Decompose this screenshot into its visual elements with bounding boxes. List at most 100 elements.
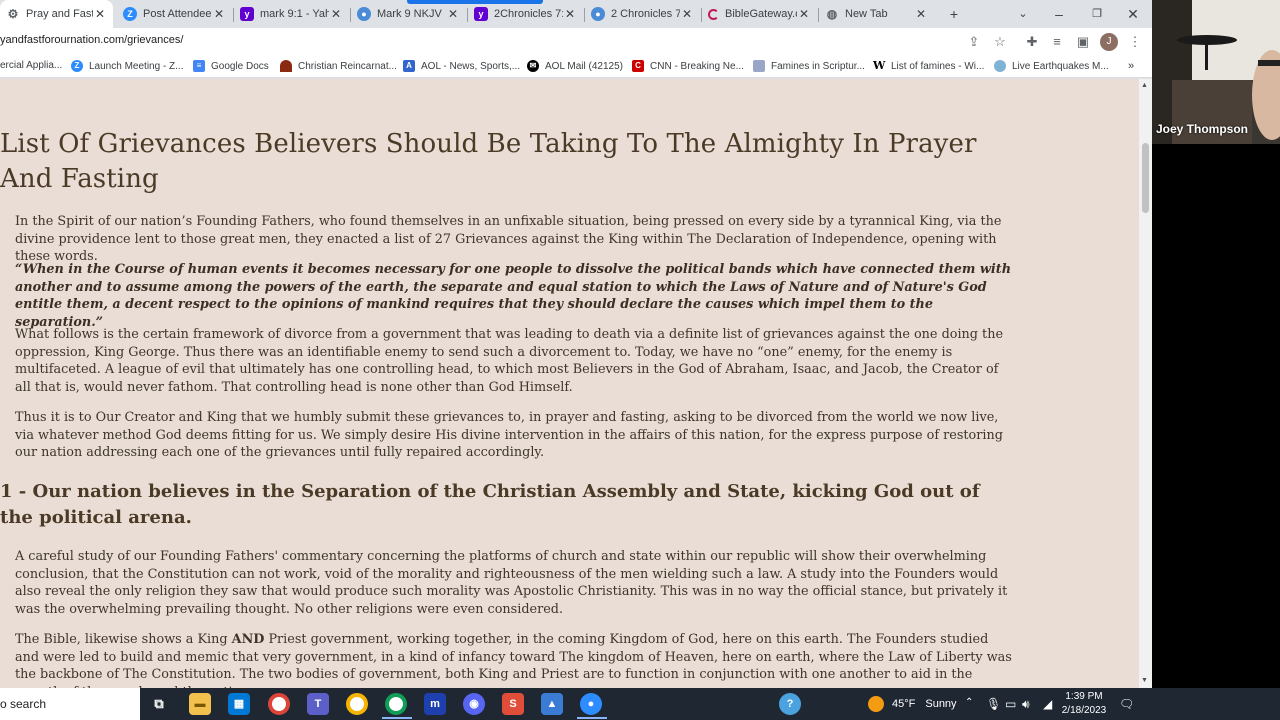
close-tab-icon[interactable]: ✕ <box>563 7 577 21</box>
volume-icon[interactable]: 🔊︎ <box>1022 697 1030 712</box>
bookmark-label: AOL - News, Sports,... <box>421 60 521 72</box>
bookmark-label: Google Docs <box>211 60 269 72</box>
new-tab-plus-icon[interactable]: + <box>944 4 964 24</box>
task-view-icon[interactable]: ⧉ <box>148 693 170 715</box>
yahoo-icon: y <box>240 7 254 21</box>
file-explorer-icon[interactable]: ▬ <box>189 693 211 715</box>
close-tab-icon[interactable]: ✕ <box>93 7 107 21</box>
body-paragraph: The Bible, likewise shows a King AND Pri… <box>15 631 1015 688</box>
tab-post-attendee[interactable]: Z Post Attendee ✕ <box>117 0 232 28</box>
notifications-icon[interactable]: 🗨︎ <box>1119 697 1134 711</box>
close-tab-icon[interactable]: ✕ <box>680 7 694 21</box>
taskbar-search-input[interactable]: o search <box>0 688 140 720</box>
network-icon[interactable]: ◢ <box>1043 697 1052 711</box>
reading-list-icon[interactable]: ≡ <box>1049 34 1065 50</box>
body-paragraph: A careful study of our Founding Fathers'… <box>15 549 1008 617</box>
gear-icon: ⚙ <box>7 7 19 21</box>
teams-icon[interactable]: T <box>307 693 329 715</box>
m-app-icon[interactable]: m <box>424 693 446 715</box>
page-title: List Of Grievances Believers Should Be T… <box>0 129 977 194</box>
weather-widget[interactable]: 45°F Sunny <box>868 696 957 712</box>
windows-taskbar: o search ⧉ ▬ ▦ T m ◉ S ▲ ● ? 45°F Sunny … <box>0 688 1280 720</box>
paragraph-text: The Bible, likewise shows a King <box>15 632 232 647</box>
body-paragraph: What follows is the certain framework of… <box>15 327 1004 395</box>
discord-icon[interactable]: ◉ <box>463 693 485 715</box>
browser-window: ⚙ Pray and Fast f ✕ Z Post Attendee ✕ y … <box>0 0 1152 688</box>
page-icon <box>280 60 292 72</box>
power-icon[interactable]: ▭ <box>1005 697 1016 711</box>
bookmark-item[interactable]: W List of famines - Wi... <box>873 60 984 72</box>
tab-title: Post Attendee <box>143 8 212 20</box>
chrome-profile-icon[interactable] <box>385 693 407 715</box>
tab-mark-9-yahoo[interactable]: y mark 9:1 - Yah ✕ <box>234 0 349 28</box>
window-close-icon[interactable]: ✕ <box>1123 4 1143 24</box>
biblegateway-icon: ● <box>357 7 371 21</box>
bookmark-item[interactable]: Live Earthquakes M... <box>994 60 1109 72</box>
scrollbar-thumb[interactable] <box>1142 143 1149 213</box>
tab-title: Pray and Fast f <box>26 8 93 20</box>
help-icon[interactable]: ? <box>779 693 801 715</box>
restore-icon[interactable]: ❐ <box>1087 4 1107 24</box>
store-icon[interactable]: ▦ <box>228 693 250 715</box>
tab-search-chevron-icon[interactable]: ⌄ <box>1013 4 1033 24</box>
page-scrollbar[interactable]: ▲ ▼ <box>1139 79 1152 688</box>
close-tab-icon[interactable]: ✕ <box>212 7 226 21</box>
more-bookmarks-chevron-icon[interactable]: » <box>1128 60 1134 72</box>
zoom-participant-video[interactable]: Joey Thompson <box>1152 0 1280 144</box>
bookmark-item[interactable]: C CNN - Breaking Ne... <box>632 60 744 72</box>
zoom-taskbar-icon[interactable]: ● <box>580 693 602 715</box>
microphone-icon[interactable]: 🎙︎ <box>986 697 1001 711</box>
sun-icon <box>868 696 884 712</box>
extensions-puzzle-icon[interactable]: ✚ <box>1024 34 1040 50</box>
weather-temp: 45°F <box>892 698 916 710</box>
close-tab-icon[interactable]: ✕ <box>914 7 928 21</box>
zoom-icon: Z <box>71 60 83 72</box>
tab-pray-and-fast[interactable]: ⚙ Pray and Fast f ✕ <box>0 0 113 28</box>
address-toolbar: yandfastforournation.com/grievances/ ⇪ ☆… <box>0 28 1152 56</box>
close-tab-icon[interactable]: ✕ <box>329 7 343 21</box>
wikipedia-icon: W <box>873 59 886 72</box>
loading-icon <box>708 8 719 20</box>
clock-date: 2/18/2023 <box>1061 705 1107 716</box>
bookmark-label: Live Earthquakes M... <box>1012 60 1109 72</box>
bookmark-item[interactable]: Famines in Scriptur... <box>753 60 865 72</box>
tab-title: BibleGateway.c <box>725 8 797 20</box>
profile-avatar[interactable]: J <box>1100 33 1118 51</box>
bookmark-star-icon[interactable]: ☆ <box>992 34 1008 50</box>
tab-2chronicles-yahoo[interactable]: y 2Chronicles 7: ✕ <box>468 0 583 28</box>
chrome-alt-icon[interactable] <box>346 693 368 715</box>
tab-biblegateway[interactable]: BibleGateway.c ✕ <box>702 0 817 28</box>
bookmark-item[interactable]: ercial Applia... <box>0 60 62 71</box>
tray-chevron-icon[interactable]: ⌃ <box>965 697 973 708</box>
globe-icon: ◍ <box>826 7 838 21</box>
body-paragraph: Thus it is to Our Creator and King that … <box>15 410 1003 461</box>
share-icon[interactable]: ⇪ <box>966 34 982 50</box>
aol-icon: A <box>403 60 415 72</box>
scroll-up-arrow-icon[interactable]: ▲ <box>1141 82 1148 89</box>
tab-mark-9-nkjv[interactable]: ● Mark 9 NKJV ✕ <box>351 0 466 28</box>
bookmark-item[interactable]: Christian Reincarnat... <box>280 60 397 72</box>
menu-kebab-icon[interactable]: ⋮ <box>1127 34 1143 50</box>
bookmark-label: AOL Mail (42125) <box>545 60 623 72</box>
photos-icon[interactable]: ▲ <box>541 693 563 715</box>
bookmarks-bar: ercial Applia... Z Launch Meeting - Z...… <box>0 56 1152 78</box>
tab-2-chronicles[interactable]: ● 2 Chronicles 7: ✕ <box>585 0 700 28</box>
bookmark-item[interactable]: A AOL - News, Sports,... <box>403 60 520 72</box>
address-bar[interactable]: yandfastforournation.com/grievances/ <box>0 34 183 46</box>
side-panel-icon[interactable]: ▣ <box>1075 34 1091 50</box>
system-clock[interactable]: 1:39 PM 2/18/2023 <box>1058 690 1110 718</box>
bookmark-item[interactable]: ✉ AOL Mail (42125) <box>527 60 623 72</box>
bookmark-item[interactable]: ≡ Google Docs <box>193 60 269 72</box>
close-tab-icon[interactable]: ✕ <box>797 7 811 21</box>
bookmark-label: Launch Meeting - Z... <box>89 60 184 72</box>
minimize-icon[interactable]: – <box>1049 4 1069 24</box>
s-app-icon[interactable]: S <box>502 693 524 715</box>
scroll-down-arrow-icon[interactable]: ▼ <box>1141 677 1148 684</box>
bookmark-item[interactable]: Z Launch Meeting - Z... <box>71 60 184 72</box>
tab-new-tab[interactable]: ◍ New Tab ✕ <box>819 0 934 28</box>
chrome-icon[interactable] <box>268 693 290 715</box>
tab-title: mark 9:1 - Yah <box>260 8 329 20</box>
bookmark-label: Christian Reincarnat... <box>298 60 397 72</box>
close-tab-icon[interactable]: ✕ <box>446 7 460 21</box>
biblegateway-icon: ● <box>591 7 605 21</box>
